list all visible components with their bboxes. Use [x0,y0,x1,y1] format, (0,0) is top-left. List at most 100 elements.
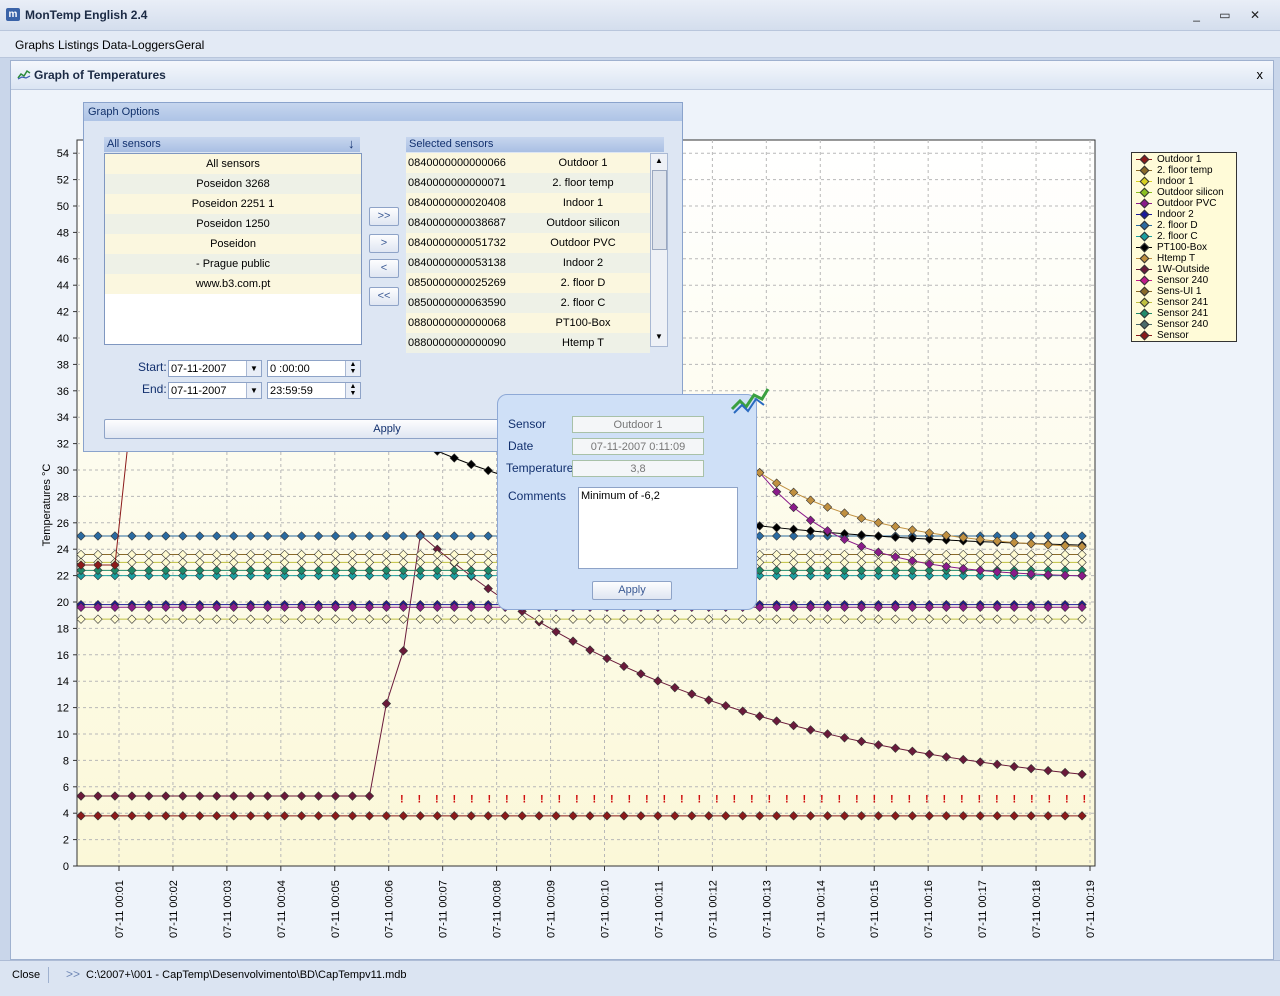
all-sensors-item[interactable]: - Prague public [105,254,361,274]
error-marker: ! [1030,794,1034,806]
apply-comment-button[interactable]: Apply [592,581,672,600]
y-tick-label: 16 [57,650,69,662]
sensor-name: Outdoor PVC [550,237,616,249]
legend-label: Outdoor silicon [1157,187,1224,198]
error-marker: ! [1065,794,1069,806]
all-sensors-item[interactable]: All sensors [105,154,361,174]
legend-marker [1139,176,1150,187]
all-sensors-list[interactable]: All sensors Poseidon 3268 Poseidon 2251 1P… [104,153,362,345]
y-tick-label: 36 [57,386,69,398]
x-tick-label: 07-11 00:10 [600,880,612,938]
selected-sensors-list[interactable]: 0840000000000066 Outdoor 1 084000000000007… [406,153,666,353]
all-sensors-item[interactable]: www.b3.com.pt [105,274,361,294]
y-tick-label: 20 [57,597,69,609]
legend-item: PT100-Box [1132,242,1236,253]
spinner-icon[interactable]: ▲ ▼ [345,383,360,398]
selected-sensors-item[interactable]: 0880000000000090 Htemp T [406,333,650,353]
graph-options-title: Graph Options [88,106,160,118]
end-date-value: 07-11-2007 [171,385,227,397]
all-sensors-item[interactable]: Poseidon 1250 [105,214,361,234]
selected-sensors-item[interactable]: 0840000000000066 Outdoor 1 [406,153,650,173]
legend-label: 1W-Outside [1157,264,1210,275]
legend-label: Sens-UI 1 [1157,286,1202,297]
end-time-field[interactable]: 23:59:59 ▲ ▼ [267,382,361,399]
sensor-name: 2. floor temp [552,177,614,189]
dropdown-arrow-icon[interactable]: ▼ [246,383,261,398]
x-tick-label: 07-11 00:08 [492,880,504,938]
legend-item: Indoor 1 [1132,176,1236,187]
sort-down-arrow-icon[interactable]: ↓ [348,136,355,151]
end-time-value: 23:59:59 [270,385,313,397]
y-tick-label: 46 [57,254,69,266]
spinner-icon[interactable]: ▲ ▼ [345,361,360,376]
error-marker: ! [575,794,579,806]
x-tick-label: 07-11 00:07 [438,880,450,938]
selected-sensors-item[interactable]: 0840000000053138 Indoor 2 [406,253,650,273]
all-sensors-item[interactable]: Poseidon 3268 [105,174,361,194]
legend-marker [1139,220,1150,231]
legend-label: 2. floor temp [1157,165,1213,176]
sensor-id: 0840000000053138 [408,257,506,269]
comments-textarea[interactable]: Minimum of -6,2 [578,487,738,569]
add-all-button[interactable]: >> [369,207,399,226]
legend-marker [1139,297,1150,308]
y-tick-label: 8 [63,755,69,767]
selected-sensors-item[interactable]: 0840000000051732 Outdoor PVC [406,233,650,253]
selected-sensors-scrollbar[interactable]: ▲ ▼ [650,153,668,347]
y-tick-label: 54 [57,148,69,160]
scroll-thumb[interactable] [652,170,667,250]
error-marker: ! [488,794,492,806]
selected-sensors-item[interactable]: 0880000000000068 PT100-Box [406,313,650,333]
legend-item: 2. floor temp [1132,165,1236,176]
start-time-field[interactable]: 0 :00:00 ▲ ▼ [267,360,361,377]
error-marker: ! [1013,794,1017,806]
all-sensors-header[interactable]: All sensors ↓ [104,136,360,152]
sensor-id: 0850000000025269 [408,277,506,289]
sensor-id: 0840000000051732 [408,237,506,249]
error-marker: ! [680,794,684,806]
remove-all-button[interactable]: << [369,287,399,306]
selected-sensors-item[interactable]: 0840000000000071 2. floor temp [406,173,650,193]
sensor-field: Outdoor 1 [572,416,704,433]
error-marker: ! [593,794,597,806]
selected-sensors-item[interactable]: 0850000000025269 2. floor D [406,273,650,293]
legend-marker [1139,187,1150,198]
selected-sensors-header: Selected sensors [406,137,664,152]
legend-label: Sensor 240 [1157,275,1209,286]
error-marker: ! [470,794,474,806]
add-button[interactable]: > [369,234,399,253]
selected-sensors-item[interactable]: 0840000000038687 Outdoor silicon [406,213,650,233]
all-sensors-item[interactable]: Poseidon 2251 1 [105,194,361,214]
legend-marker [1139,286,1150,297]
dropdown-arrow-icon[interactable]: ▼ [246,361,261,376]
end-label: End: [142,382,167,396]
x-tick-label: 07-11 00:04 [276,880,288,938]
error-marker: ! [855,794,859,806]
status-bar: Close >> C:\2007+\001 - CapTemp\Desenvol… [0,960,1280,996]
error-marker: ! [558,794,562,806]
legend-label: Sensor 240 [1157,319,1209,330]
start-date-field[interactable]: 07-11-2007 ▼ [168,360,262,377]
selected-sensors-item[interactable]: 0850000000063590 2. floor C [406,293,650,313]
error-marker: ! [890,794,894,806]
error-marker: ! [995,794,999,806]
all-sensors-header-label: All sensors [107,138,161,150]
x-tick-label: 07-11 00:09 [546,880,558,938]
legend-marker [1139,242,1150,253]
error-marker: ! [610,794,614,806]
scroll-down-icon[interactable]: ▼ [651,330,667,344]
x-tick-label: 07-11 00:17 [977,880,989,938]
legend-item: Sensor 241 [1132,308,1236,319]
error-marker: ! [750,794,754,806]
status-close-button[interactable]: Close [12,969,40,981]
status-separator [48,967,49,983]
selected-sensors-item[interactable]: 0840000000020408 Indoor 1 [406,193,650,213]
error-marker: ! [505,794,509,806]
legend-marker [1139,209,1150,220]
all-sensors-item[interactable]: Poseidon [105,234,361,254]
remove-button[interactable]: < [369,259,399,278]
end-date-field[interactable]: 07-11-2007 ▼ [168,382,262,399]
scroll-up-icon[interactable]: ▲ [651,154,667,168]
legend-item: 2. floor C [1132,231,1236,242]
graph-options-title-bar[interactable]: Graph Options [84,103,682,121]
